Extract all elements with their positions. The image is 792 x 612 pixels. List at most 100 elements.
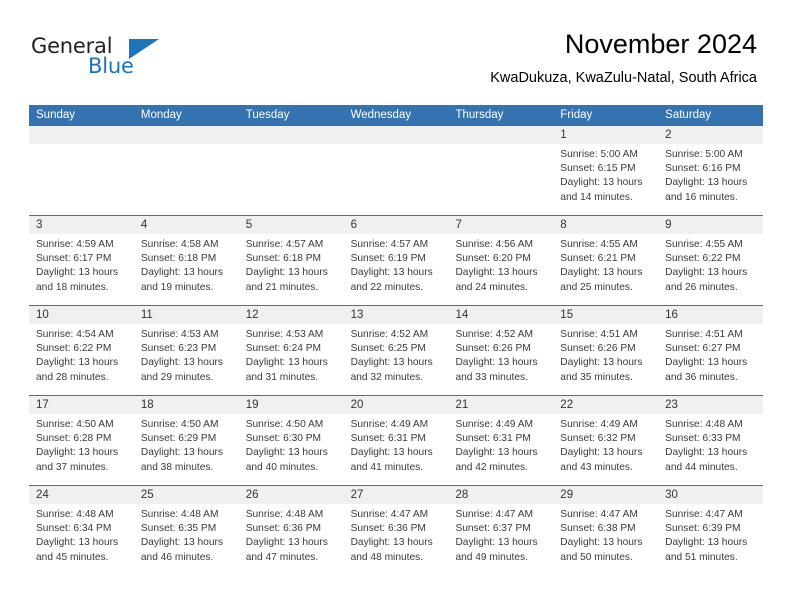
day-details: Sunrise: 4:50 AM Sunset: 6:29 PM Daylight:… bbox=[134, 414, 239, 475]
calendar-day-cell[interactable]: 22 Sunrise: 4:49 AM Sunset: 6:32 PM Dayligh… bbox=[553, 396, 659, 485]
calendar-day-cell[interactable]: 19 Sunrise: 4:50 AM Sunset: 6:30 PM Dayligh… bbox=[238, 396, 344, 485]
day-details: Sunrise: 4:53 AM Sunset: 6:24 PM Daylight:… bbox=[239, 324, 344, 385]
day-number: 24 bbox=[36, 489, 49, 501]
day-number: 21 bbox=[455, 399, 469, 411]
daylight-text-line1: Daylight: 13 hours bbox=[245, 447, 328, 459]
sunrise-text: Sunrise: 4:47 AM bbox=[560, 509, 638, 520]
day-number-bar: 21 bbox=[448, 396, 554, 414]
calendar-day-cell[interactable]: 25 Sunrise: 4:48 AM Sunset: 6:35 PM Dayligh… bbox=[133, 486, 239, 575]
calendar-day-cell[interactable]: 6 Sunrise: 4:57 AM Sunset: 6:19 PM Daylight… bbox=[343, 216, 449, 305]
sunrise-text: Sunrise: 4:52 AM bbox=[455, 329, 534, 340]
calendar-day-cell[interactable]: 11 Sunrise: 4:53 AM Sunset: 6:23 PM Dayligh… bbox=[133, 306, 239, 395]
day-details: Sunrise: 4:48 AM Sunset: 6:36 PM Daylight:… bbox=[239, 504, 344, 565]
day-number-bar bbox=[29, 126, 134, 144]
calendar-day-cell[interactable]: 21 Sunrise: 4:49 AM Sunset: 6:31 PM Dayligh… bbox=[448, 396, 554, 485]
day-number: 19 bbox=[245, 399, 259, 411]
sunset-text: Sunset: 6:31 PM bbox=[455, 433, 531, 445]
daylight-text-line2: and 50 minutes. bbox=[560, 551, 633, 563]
page-title: November 2024 bbox=[564, 29, 757, 59]
calendar-day-cell[interactable]: 3 Sunrise: 4:59 AM Sunset: 6:17 PM Daylight… bbox=[29, 216, 134, 305]
day-number: 6 bbox=[350, 219, 357, 231]
daylight-text-line1: Daylight: 13 hours bbox=[140, 537, 223, 549]
sunrise-text: Sunrise: 5:00 AM bbox=[560, 149, 638, 160]
daylight-text-line2: and 40 minutes. bbox=[245, 461, 319, 473]
calendar-day-cell[interactable]: 10 Sunrise: 4:54 AM Sunset: 6:22 PM Dayligh… bbox=[29, 306, 134, 395]
day-details: Sunrise: 4:47 AM Sunset: 6:37 PM Daylight:… bbox=[448, 504, 553, 565]
day-number-bar bbox=[133, 126, 239, 144]
day-number-bar: 11 bbox=[133, 306, 239, 324]
calendar-week-row: 24 Sunrise: 4:48 AM Sunset: 6:34 PM Dayligh… bbox=[29, 485, 764, 575]
calendar-day-cell[interactable]: 12 Sunrise: 4:53 AM Sunset: 6:24 PM Dayligh… bbox=[238, 306, 344, 395]
sunset-text: Sunset: 6:35 PM bbox=[140, 523, 217, 535]
calendar-day-cell[interactable]: 16 Sunrise: 4:51 AM Sunset: 6:27 PM Dayligh… bbox=[658, 306, 764, 395]
calendar-day-cell-empty bbox=[343, 126, 449, 215]
calendar-day-cell[interactable]: 4 Sunrise: 4:58 AM Sunset: 6:18 PM Daylight… bbox=[133, 216, 239, 305]
calendar-day-cell[interactable]: 1 Sunrise: 5:00 AM Sunset: 6:15 PM Daylight… bbox=[553, 126, 659, 215]
general-blue-logo[interactable]: General Blue bbox=[31, 34, 171, 82]
calendar-day-cell[interactable]: 27 Sunrise: 4:47 AM Sunset: 6:36 PM Dayligh… bbox=[343, 486, 449, 575]
calendar-day-cell[interactable]: 20 Sunrise: 4:49 AM Sunset: 6:31 PM Dayligh… bbox=[343, 396, 449, 485]
calendar-week-row: 1 Sunrise: 5:00 AM Sunset: 6:15 PM Daylight… bbox=[29, 126, 764, 215]
calendar-day-cell[interactable]: 8 Sunrise: 4:55 AM Sunset: 6:21 PM Daylight… bbox=[553, 216, 659, 305]
day-number-bar: 20 bbox=[343, 396, 449, 414]
calendar-week-row: 10 Sunrise: 4:54 AM Sunset: 6:22 PM Dayligh… bbox=[29, 305, 764, 395]
day-number-bar: 10 bbox=[29, 306, 134, 324]
day-number-bar: 14 bbox=[448, 306, 554, 324]
day-details: Sunrise: 4:51 AM Sunset: 6:26 PM Daylight:… bbox=[553, 324, 658, 385]
daylight-text-line1: Daylight: 13 hours bbox=[36, 357, 119, 369]
day-number: 13 bbox=[350, 309, 364, 321]
day-details: Sunrise: 4:57 AM Sunset: 6:18 PM Daylight:… bbox=[239, 234, 344, 295]
daylight-text-line1: Daylight: 13 hours bbox=[350, 447, 433, 459]
day-number-bar: 1 bbox=[553, 126, 659, 144]
calendar-day-cell[interactable]: 13 Sunrise: 4:52 AM Sunset: 6:25 PM Dayligh… bbox=[343, 306, 449, 395]
calendar-day-cell[interactable]: 9 Sunrise: 4:55 AM Sunset: 6:22 PM Daylight… bbox=[658, 216, 764, 305]
day-number: 30 bbox=[665, 489, 678, 501]
logo-text-blue: Blue bbox=[88, 54, 134, 78]
calendar-week-row: 3 Sunrise: 4:59 AM Sunset: 6:17 PM Daylight… bbox=[29, 215, 764, 305]
daylight-text-line1: Daylight: 13 hours bbox=[560, 267, 643, 279]
sunrise-text: Sunrise: 5:00 AM bbox=[665, 149, 743, 160]
calendar-day-cell[interactable]: 29 Sunrise: 4:47 AM Sunset: 6:38 PM Dayligh… bbox=[553, 486, 659, 575]
calendar-day-cell[interactable]: 23 Sunrise: 4:48 AM Sunset: 6:33 PM Dayligh… bbox=[658, 396, 764, 485]
calendar-day-cell[interactable]: 26 Sunrise: 4:48 AM Sunset: 6:36 PM Dayligh… bbox=[238, 486, 344, 575]
calendar-day-cell[interactable]: 30 Sunrise: 4:47 AM Sunset: 6:39 PM Dayligh… bbox=[658, 486, 764, 575]
day-details: Sunrise: 4:47 AM Sunset: 6:39 PM Daylight:… bbox=[658, 504, 763, 565]
calendar-day-cell[interactable]: 24 Sunrise: 4:48 AM Sunset: 6:34 PM Dayligh… bbox=[29, 486, 134, 575]
sunset-text: Sunset: 6:20 PM bbox=[455, 253, 531, 265]
calendar-day-cell[interactable]: 18 Sunrise: 4:50 AM Sunset: 6:29 PM Dayligh… bbox=[133, 396, 239, 485]
sunrise-text: Sunrise: 4:51 AM bbox=[665, 329, 743, 340]
day-number: 25 bbox=[140, 489, 154, 501]
calendar-day-cell[interactable]: 5 Sunrise: 4:57 AM Sunset: 6:18 PM Daylight… bbox=[238, 216, 344, 305]
day-number: 15 bbox=[560, 309, 574, 321]
sunset-text: Sunset: 6:29 PM bbox=[140, 433, 217, 445]
sunset-text: Sunset: 6:18 PM bbox=[140, 253, 217, 265]
day-number-bar: 23 bbox=[658, 396, 764, 414]
calendar-day-cell[interactable]: 28 Sunrise: 4:47 AM Sunset: 6:37 PM Dayligh… bbox=[448, 486, 554, 575]
calendar-day-cell[interactable]: 2 Sunrise: 5:00 AM Sunset: 6:16 PM Daylight… bbox=[658, 126, 764, 215]
day-details: Sunrise: 4:56 AM Sunset: 6:20 PM Daylight:… bbox=[448, 234, 553, 295]
sunset-text: Sunset: 6:27 PM bbox=[665, 343, 741, 355]
weekday-header-friday: Friday bbox=[560, 109, 593, 121]
day-number: 5 bbox=[245, 219, 253, 231]
day-number-bar: 29 bbox=[553, 486, 659, 504]
sunset-text: Sunset: 6:25 PM bbox=[350, 343, 426, 355]
calendar-day-cell[interactable]: 15 Sunrise: 4:51 AM Sunset: 6:26 PM Dayligh… bbox=[553, 306, 659, 395]
sunrise-text: Sunrise: 4:53 AM bbox=[140, 329, 219, 340]
daylight-text-line1: Daylight: 13 hours bbox=[560, 177, 643, 189]
sunset-text: Sunset: 6:39 PM bbox=[665, 523, 741, 535]
daylight-text-line1: Daylight: 13 hours bbox=[560, 447, 643, 459]
calendar-day-cell[interactable]: 14 Sunrise: 4:52 AM Sunset: 6:26 PM Dayligh… bbox=[448, 306, 554, 395]
sunset-text: Sunset: 6:15 PM bbox=[560, 163, 636, 175]
calendar-day-cell[interactable]: 17 Sunrise: 4:50 AM Sunset: 6:28 PM Dayligh… bbox=[29, 396, 134, 485]
sunrise-text: Sunrise: 4:49 AM bbox=[350, 419, 429, 430]
daylight-text-line1: Daylight: 13 hours bbox=[665, 357, 748, 369]
day-number: 22 bbox=[560, 399, 574, 411]
sunrise-text: Sunrise: 4:57 AM bbox=[245, 239, 324, 250]
sunset-text: Sunset: 6:36 PM bbox=[245, 523, 322, 535]
calendar-day-cell[interactable]: 7 Sunrise: 4:56 AM Sunset: 6:20 PM Daylight… bbox=[448, 216, 554, 305]
day-details: Sunrise: 4:50 AM Sunset: 6:28 PM Daylight:… bbox=[29, 414, 134, 475]
sunset-text: Sunset: 6:38 PM bbox=[560, 523, 636, 535]
day-details: Sunrise: 4:58 AM Sunset: 6:18 PM Daylight:… bbox=[134, 234, 239, 295]
sunset-text: Sunset: 6:26 PM bbox=[455, 343, 531, 355]
sunrise-text: Sunrise: 4:53 AM bbox=[245, 329, 324, 340]
